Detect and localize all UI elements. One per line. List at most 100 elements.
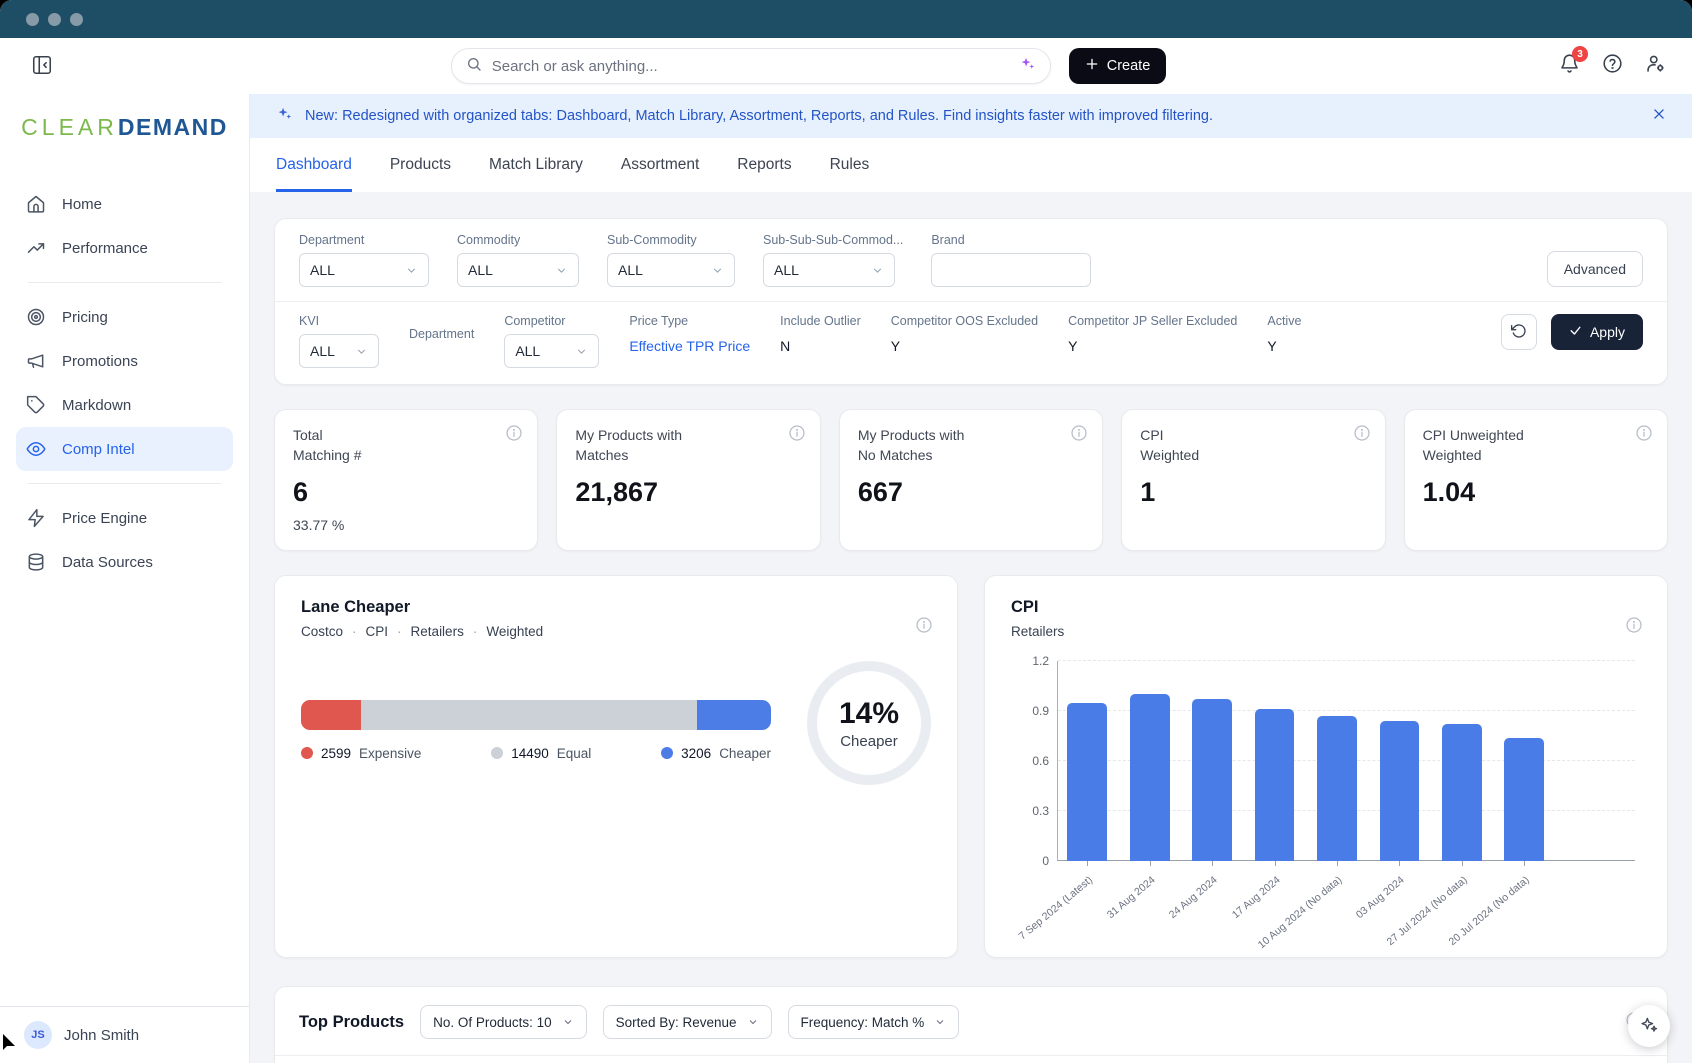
- window-maximize-button[interactable]: [70, 13, 83, 26]
- bar[interactable]: [1192, 699, 1232, 861]
- card-subtitle: Costco CPI Retailers Weighted: [301, 624, 931, 639]
- legend-label: Cheaper: [719, 746, 771, 761]
- filter-label: Sub-Commodity: [607, 233, 735, 247]
- filter-department: Department ALL: [299, 233, 429, 287]
- filter-panel: Department ALL Commodity ALL: [274, 218, 1668, 385]
- stat-card-cpi-weighted: CPIWeighted 1: [1121, 409, 1385, 551]
- sidebar-item-label: Markdown: [62, 397, 131, 414]
- info-icon[interactable]: [1635, 424, 1653, 442]
- y-tick-label: 1.2: [1032, 654, 1049, 668]
- stat-value: 1: [1140, 477, 1366, 508]
- sidebar-item-home[interactable]: Home: [0, 182, 249, 226]
- help-button[interactable]: [1602, 53, 1623, 79]
- sorted-by-dropdown[interactable]: Sorted By: Revenue: [603, 1005, 772, 1039]
- filter-row-1: Department ALL Commodity ALL: [299, 233, 1643, 287]
- tab-match-library[interactable]: Match Library: [489, 138, 583, 192]
- filter-commodity: Commodity ALL: [457, 233, 579, 287]
- x-tick-label: 17 Aug 2024: [1229, 874, 1282, 921]
- tag-icon: [26, 395, 46, 415]
- x-tick: [1150, 861, 1151, 866]
- filter-label: Department: [299, 233, 429, 247]
- sidebar-item-comp-intel[interactable]: Comp Intel: [16, 427, 233, 471]
- eye-icon: [26, 439, 46, 459]
- collapse-sidebar-button[interactable]: [26, 50, 58, 82]
- x-tick: [1337, 861, 1338, 866]
- bar[interactable]: [1255, 709, 1295, 861]
- commodity-select[interactable]: ALL: [457, 253, 579, 287]
- price-type-link[interactable]: Effective TPR Price: [629, 338, 750, 354]
- legend-label: Expensive: [359, 746, 421, 761]
- filter-brand: Brand: [931, 233, 1091, 287]
- stat-card-total-matching: TotalMatching # 6 33.77 %: [274, 409, 538, 551]
- select-value: ALL: [515, 343, 540, 359]
- sidebar-item-data-sources[interactable]: Data Sources: [0, 540, 249, 584]
- notifications-button[interactable]: 3: [1559, 53, 1580, 79]
- bar-group: 27 Jul 2024 (No data): [1438, 661, 1486, 861]
- brand-input[interactable]: [931, 253, 1091, 287]
- competitor-select[interactable]: ALL: [504, 334, 599, 368]
- stat-value: 667: [858, 477, 1084, 508]
- section-title: Top Products: [299, 1013, 404, 1032]
- filter-label: KVI: [299, 314, 379, 328]
- ai-sparkle-icon[interactable]: [1019, 55, 1036, 77]
- app-window: Create 3: [0, 0, 1692, 1063]
- filter-divider: [275, 301, 1667, 302]
- mouse-cursor: [2, 1034, 18, 1059]
- sub-sub-sub-commodity-select[interactable]: ALL: [763, 253, 895, 287]
- reset-filters-button[interactable]: [1501, 314, 1537, 350]
- logo-demand: DEMAND: [118, 114, 228, 141]
- info-icon[interactable]: [1070, 424, 1088, 442]
- info-icon[interactable]: [1353, 424, 1371, 442]
- search-bar[interactable]: [451, 48, 1051, 84]
- dropdown-value: No. Of Products: 10: [433, 1015, 552, 1030]
- search-input[interactable]: [492, 58, 1009, 75]
- bar[interactable]: [1130, 694, 1170, 861]
- tab-products[interactable]: Products: [390, 138, 451, 192]
- products-count-dropdown[interactable]: No. Of Products: 10: [420, 1005, 587, 1039]
- sub-commodity-select[interactable]: ALL: [607, 253, 735, 287]
- bar[interactable]: [1380, 721, 1420, 861]
- stat-label: My Products withNo Matches: [858, 426, 1084, 465]
- department-select[interactable]: ALL: [299, 253, 429, 287]
- filter-label: Competitor: [504, 314, 599, 328]
- x-tick: [1212, 861, 1213, 866]
- bar[interactable]: [1504, 738, 1544, 861]
- info-icon[interactable]: [788, 424, 806, 442]
- sidebar-item-label: Home: [62, 196, 102, 213]
- x-tick: [1275, 861, 1276, 866]
- sidebar-item-promotions[interactable]: Promotions: [0, 339, 249, 383]
- cpi-bars: 7 Sep 2024 (Latest)31 Aug 202424 Aug 202…: [1063, 661, 1548, 861]
- window-minimize-button[interactable]: [48, 13, 61, 26]
- sidebar-item-pricing[interactable]: Pricing: [0, 295, 249, 339]
- lane-legend: 2599 Expensive 14490 Equal: [301, 746, 771, 761]
- sidebar-item-markdown[interactable]: Markdown: [0, 383, 249, 427]
- bar[interactable]: [1067, 703, 1107, 861]
- tab-rules[interactable]: Rules: [830, 138, 870, 192]
- sidebar-item-label: Promotions: [62, 353, 138, 370]
- bar[interactable]: [1442, 724, 1482, 861]
- info-icon[interactable]: [915, 616, 933, 634]
- tab-reports[interactable]: Reports: [737, 138, 791, 192]
- user-menu[interactable]: JS John Smith: [0, 1006, 249, 1063]
- banner-close-button[interactable]: [1652, 107, 1666, 126]
- chevron-down-icon: [405, 264, 418, 277]
- tab-dashboard[interactable]: Dashboard: [276, 138, 352, 192]
- bar[interactable]: [1317, 716, 1357, 861]
- info-icon[interactable]: [1625, 616, 1643, 634]
- sidebar-item-performance[interactable]: Performance: [0, 226, 249, 270]
- kvi-select[interactable]: ALL: [299, 334, 379, 368]
- sidebar-item-price-engine[interactable]: Price Engine: [0, 496, 249, 540]
- apply-filters-button[interactable]: Apply: [1551, 314, 1643, 350]
- window-close-button[interactable]: [26, 13, 39, 26]
- account-settings-button[interactable]: [1645, 53, 1666, 79]
- bar-group: 24 Aug 2024: [1188, 661, 1236, 861]
- info-icon[interactable]: [505, 424, 523, 442]
- advanced-filters-button[interactable]: Advanced: [1547, 251, 1643, 287]
- top-products-card: Top Products No. Of Products: 10 Sorted …: [274, 986, 1668, 1063]
- ai-assistant-fab[interactable]: [1628, 1005, 1670, 1047]
- avatar: JS: [24, 1021, 52, 1049]
- stat-value: 1.04: [1423, 477, 1649, 508]
- tab-assortment[interactable]: Assortment: [621, 138, 699, 192]
- create-button[interactable]: Create: [1069, 48, 1167, 84]
- frequency-dropdown[interactable]: Frequency: Match %: [788, 1005, 960, 1039]
